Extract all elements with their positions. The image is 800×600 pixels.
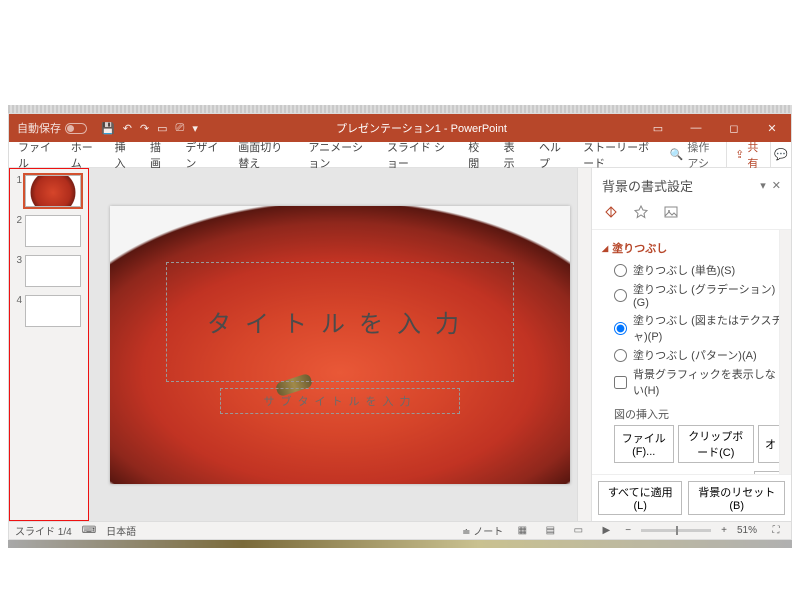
search-icon: 🔍 — [670, 148, 684, 161]
save-icon[interactable]: 💾 — [101, 122, 115, 135]
zoom-out-button[interactable]: − — [625, 525, 631, 536]
fill-pattern-radio[interactable]: 塗りつぶし (パターン)(A) — [614, 347, 783, 363]
hide-bg-graphics-check[interactable]: 背景グラフィックを表示しない(H) — [614, 366, 783, 398]
qat-more-icon[interactable]: ▾ — [192, 122, 198, 135]
tab-view[interactable]: 表示 — [495, 142, 530, 167]
apply-to-all-button[interactable]: すべてに適用(L) — [598, 481, 682, 515]
slide-thumbnail-pane: 1 2 3 4 — [9, 168, 89, 521]
slide-thumbnail-2[interactable] — [25, 215, 81, 247]
share-icon: ⇪ — [735, 148, 744, 161]
autosave-toggle[interactable]: 自動保存 — [9, 120, 95, 136]
tab-home[interactable]: ホーム — [62, 142, 106, 167]
quick-access-toolbar: 💾 ↶ ↷ ▭ ⎚ ▾ — [95, 122, 204, 135]
language-indicator[interactable]: 日本語 — [106, 523, 136, 538]
slide[interactable]: タイトルを入力 サブタイトルを入力 — [110, 206, 570, 484]
slide-thumbnail-4[interactable] — [25, 295, 81, 327]
slideshow-view-button[interactable]: ▶ — [597, 525, 615, 536]
ribbon-options-icon[interactable]: ▭ — [639, 114, 677, 142]
tab-help[interactable]: ヘルプ — [530, 142, 574, 167]
format-background-pane: 背景の書式設定 ▾ ✕ 塗りつぶし 塗りつぶし (単色)(S) 塗りつぶし (グ… — [591, 168, 791, 521]
start-from-beginning-icon[interactable]: ▭ — [157, 122, 167, 135]
share-button[interactable]: ⇪ 共有 — [726, 142, 770, 167]
pane-title: 背景の書式設定 — [602, 176, 760, 195]
slide-thumbnail-3[interactable] — [25, 255, 81, 287]
close-button[interactable]: ✕ — [753, 114, 791, 142]
subtitle-placeholder[interactable]: サブタイトルを入力 — [220, 388, 460, 414]
tell-me-search[interactable]: 🔍 操作アシ — [662, 142, 726, 167]
app-window: 自動保存 💾 ↶ ↷ ▭ ⎚ ▾ プレゼンテーション1 - PowerPoint… — [8, 113, 792, 540]
window-title: プレゼンテーション1 - PowerPoint — [204, 120, 639, 136]
tab-transitions[interactable]: 画面切り替え — [229, 142, 299, 167]
tab-draw[interactable]: 描画 — [141, 142, 176, 167]
insert-from-file-button[interactable]: ファイル(F)... — [614, 425, 674, 463]
comments-button[interactable]: 💬 — [770, 142, 791, 167]
texture-label: テクスチャ(U) ▦ ▾ — [614, 471, 783, 474]
slide-counter[interactable]: スライド 1/4 — [15, 523, 72, 538]
reading-view-button[interactable]: ▭ — [569, 525, 587, 536]
canvas-scrollbar[interactable] — [577, 168, 591, 521]
fill-picture-radio[interactable]: 塗りつぶし (図またはテクスチャ)(P) — [614, 312, 783, 344]
undo-icon[interactable]: ↶ — [123, 122, 132, 135]
ribbon-tabs: ファイル ホーム 挿入 描画 デザイン 画面切り替え アニメーション スライド … — [9, 142, 791, 168]
slide-thumbnail-1[interactable] — [25, 175, 81, 207]
maximize-button[interactable]: ◻ — [715, 114, 753, 142]
zoom-level[interactable]: 51% — [737, 525, 757, 536]
insert-from-clipboard-button[interactable]: クリップボード(C) — [678, 425, 754, 463]
pane-options-icon[interactable]: ▾ — [760, 179, 766, 192]
tab-storyboard[interactable]: ストーリーボード — [574, 142, 662, 167]
tab-slideshow[interactable]: スライド ショー — [378, 142, 459, 167]
reset-background-button[interactable]: 背景のリセット(B) — [688, 481, 785, 515]
zoom-slider[interactable] — [641, 529, 711, 532]
comment-icon: 💬 — [774, 148, 788, 161]
zoom-in-button[interactable]: + — [721, 525, 727, 536]
effects-tab-icon[interactable] — [632, 203, 650, 221]
pane-close-button[interactable]: ✕ — [772, 179, 781, 192]
minimize-button[interactable]: — — [677, 114, 715, 142]
picture-tab-icon[interactable] — [662, 203, 680, 221]
fit-to-window-button[interactable]: ⛶ — [767, 525, 785, 536]
normal-view-button[interactable]: ▦ — [513, 525, 531, 536]
fill-solid-radio[interactable]: 塗りつぶし (単色)(S) — [614, 262, 783, 278]
notes-button[interactable]: ≐ ノート — [462, 523, 503, 538]
tab-review[interactable]: 校閲 — [459, 142, 494, 167]
sorter-view-button[interactable]: ▤ — [541, 525, 559, 536]
tab-design[interactable]: デザイン — [176, 142, 229, 167]
pane-scrollbar[interactable] — [779, 230, 791, 474]
title-placeholder[interactable]: タイトルを入力 — [166, 262, 514, 382]
touch-mode-icon[interactable]: ⎚ — [176, 122, 185, 135]
slide-canvas-area: タイトルを入力 サブタイトルを入力 — [89, 168, 591, 521]
fill-tab-icon[interactable] — [602, 203, 620, 221]
tab-file[interactable]: ファイル — [9, 142, 62, 167]
insert-from-label: 図の挿入元 — [614, 406, 783, 422]
redo-icon[interactable]: ↷ — [140, 122, 149, 135]
fill-section-header[interactable]: 塗りつぶし — [602, 240, 783, 256]
status-bar: スライド 1/4 ⌨ 日本語 ≐ ノート ▦ ▤ ▭ ▶ − + 51% ⛶ — [9, 521, 791, 539]
tab-animations[interactable]: アニメーション — [299, 142, 378, 167]
spellcheck-icon[interactable]: ⌨ — [82, 525, 96, 536]
tab-insert[interactable]: 挿入 — [106, 142, 141, 167]
fill-gradient-radio[interactable]: 塗りつぶし (グラデーション)(G) — [614, 281, 783, 309]
